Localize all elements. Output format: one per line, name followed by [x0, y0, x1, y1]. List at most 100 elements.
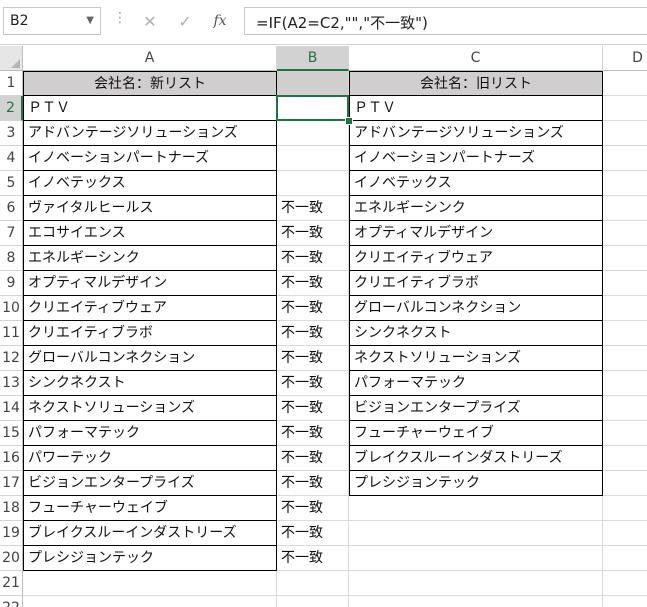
cell-b3[interactable]: [277, 121, 349, 146]
name-box-dropdown-icon[interactable]: ▼: [86, 15, 94, 26]
cell-b16[interactable]: 不一致: [277, 446, 349, 471]
grid-cell[interactable]: [603, 371, 647, 396]
cell-b8[interactable]: 不一致: [277, 246, 349, 271]
cell-c4[interactable]: イノベーションパートナーズ: [349, 146, 603, 171]
cell-c8[interactable]: クリエイティブウェア: [349, 246, 603, 271]
grid-cell[interactable]: [603, 321, 647, 346]
cell-c12[interactable]: ネクストソリューションズ: [349, 346, 603, 371]
cell-a11[interactable]: クリエイティブラボ: [23, 321, 277, 346]
cell-a19[interactable]: ブレイクスルーインダストリーズ: [23, 521, 277, 546]
fill-handle[interactable]: [345, 117, 353, 125]
cell-c16[interactable]: ブレイクスルーインダストリーズ: [349, 446, 603, 471]
cell-a13[interactable]: シンクネクスト: [23, 371, 277, 396]
grid-cell[interactable]: [603, 421, 647, 446]
cell-c6[interactable]: エネルギーシンク: [349, 196, 603, 221]
cell-c5[interactable]: イノベテックス: [349, 171, 603, 196]
cell-c10[interactable]: グローバルコンネクション: [349, 296, 603, 321]
formula-input[interactable]: =IF(A2=C2,"","不一致"): [244, 7, 647, 35]
cell-b14[interactable]: 不一致: [277, 396, 349, 421]
cell-b11[interactable]: 不一致: [277, 321, 349, 346]
grid-cell[interactable]: [603, 71, 647, 96]
column-header-d[interactable]: D: [603, 46, 647, 71]
cell-b7[interactable]: 不一致: [277, 221, 349, 246]
grid-cell[interactable]: [603, 296, 647, 321]
grid-cell[interactable]: [603, 396, 647, 421]
row-header-5[interactable]: 5: [0, 171, 23, 196]
cell-c2[interactable]: ＰＴＶ: [349, 96, 603, 121]
row-header-9[interactable]: 9: [0, 271, 23, 296]
row-header-1[interactable]: 1: [0, 71, 23, 96]
row-header-2[interactable]: 2: [0, 96, 23, 121]
cell-c11[interactable]: シンクネクスト: [349, 321, 603, 346]
cell-a20[interactable]: プレシジョンテック: [23, 546, 277, 571]
row-header-8[interactable]: 8: [0, 246, 23, 271]
cell-a3[interactable]: アドバンテージソリューションズ: [23, 121, 277, 146]
cell-c3[interactable]: アドバンテージソリューションズ: [349, 121, 603, 146]
grid-cell[interactable]: [603, 471, 647, 496]
row-header-7[interactable]: 7: [0, 221, 23, 246]
cancel-icon[interactable]: ✕: [138, 8, 162, 34]
cell-c13[interactable]: パフォーマテック: [349, 371, 603, 396]
grid-cell[interactable]: [349, 546, 603, 571]
cell-a16[interactable]: パワーテック: [23, 446, 277, 471]
cell-a4[interactable]: イノベーションパートナーズ: [23, 146, 277, 171]
cell-a7[interactable]: エコサイエンス: [23, 221, 277, 246]
grid-cell[interactable]: [603, 521, 647, 546]
grid-cell[interactable]: [603, 271, 647, 296]
cell-c7[interactable]: オプティマルデザイン: [349, 221, 603, 246]
cell-a10[interactable]: クリエイティブウェア: [23, 296, 277, 321]
grid-cell[interactable]: [277, 596, 349, 607]
row-header-10[interactable]: 10: [0, 296, 23, 321]
grid-cell[interactable]: [349, 521, 603, 546]
row-header-22[interactable]: 22: [0, 596, 23, 607]
more-options-icon[interactable]: ⋮: [113, 10, 127, 26]
grid-cell[interactable]: [603, 571, 647, 596]
cell-b15[interactable]: 不一致: [277, 421, 349, 446]
cell-c9[interactable]: クリエイティブラボ: [349, 271, 603, 296]
cell-b10[interactable]: 不一致: [277, 296, 349, 321]
cell-b5[interactable]: [277, 171, 349, 196]
cell-a6[interactable]: ヴァイタルヒールス: [23, 196, 277, 221]
row-header-14[interactable]: 14: [0, 396, 23, 421]
grid-cell[interactable]: [603, 446, 647, 471]
cell-c17[interactable]: プレシジョンテック: [349, 471, 603, 496]
cell-a8[interactable]: エネルギーシンク: [23, 246, 277, 271]
grid-cell[interactable]: [277, 571, 349, 596]
cell-b18[interactable]: 不一致: [277, 496, 349, 521]
row-header-18[interactable]: 18: [0, 496, 23, 521]
name-box[interactable]: B2 ▼: [3, 7, 101, 35]
cell-b19[interactable]: 不一致: [277, 521, 349, 546]
cell-a14[interactable]: ネクストソリューションズ: [23, 396, 277, 421]
cell-a17[interactable]: ビジョンエンタープライズ: [23, 471, 277, 496]
row-header-11[interactable]: 11: [0, 321, 23, 346]
row-header-15[interactable]: 15: [0, 421, 23, 446]
cell-a9[interactable]: オプティマルデザイン: [23, 271, 277, 296]
insert-function-button[interactable]: fx: [208, 8, 232, 34]
column-header-b[interactable]: B: [277, 46, 349, 71]
row-header-3[interactable]: 3: [0, 121, 23, 146]
grid-cell[interactable]: [349, 496, 603, 521]
grid-cell[interactable]: [603, 246, 647, 271]
cell-b9[interactable]: 不一致: [277, 271, 349, 296]
grid-cell[interactable]: [603, 346, 647, 371]
row-header-19[interactable]: 19: [0, 521, 23, 546]
row-header-13[interactable]: 13: [0, 371, 23, 396]
cell-a1[interactable]: 会社名：新リスト: [23, 71, 277, 96]
cell-b4[interactable]: [277, 146, 349, 171]
grid-cell[interactable]: [603, 496, 647, 521]
grid-cell[interactable]: [603, 146, 647, 171]
grid-cell[interactable]: [23, 571, 277, 596]
cell-a18[interactable]: フューチャーウェイブ: [23, 496, 277, 521]
cell-b20[interactable]: 不一致: [277, 546, 349, 571]
cell-c14[interactable]: ビジョンエンタープライズ: [349, 396, 603, 421]
grid-cell[interactable]: [349, 596, 603, 607]
grid-cell[interactable]: [603, 221, 647, 246]
cell-b6[interactable]: 不一致: [277, 196, 349, 221]
row-header-6[interactable]: 6: [0, 196, 23, 221]
row-header-16[interactable]: 16: [0, 446, 23, 471]
cell-b17[interactable]: 不一致: [277, 471, 349, 496]
cell-c15[interactable]: フューチャーウェイブ: [349, 421, 603, 446]
row-header-4[interactable]: 4: [0, 146, 23, 171]
row-header-17[interactable]: 17: [0, 471, 23, 496]
grid-cell[interactable]: [603, 171, 647, 196]
